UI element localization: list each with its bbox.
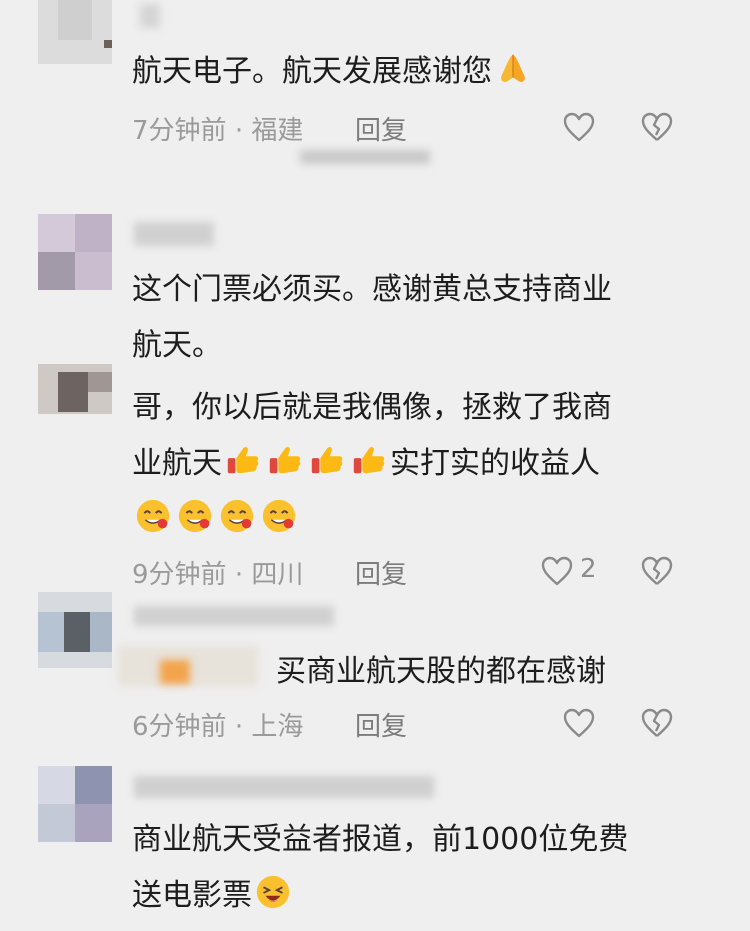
- comment-time: 7分钟前: [132, 116, 227, 146]
- comment-text: 买商业航天股的都在感谢: [276, 654, 606, 689]
- username-blurred: [140, 4, 160, 28]
- like-count: 2: [580, 554, 597, 584]
- comment-location: 福建: [251, 116, 304, 146]
- username-blurred: [134, 776, 434, 798]
- meta-separator: ·: [234, 560, 244, 590]
- avatar[interactable]: [38, 214, 112, 290]
- avatar[interactable]: [38, 766, 112, 842]
- reply-button[interactable]: 回复: [355, 110, 407, 147]
- folded-hands-emoji: [501, 54, 525, 82]
- face-with-rose-emoji: [262, 499, 296, 533]
- comment-time: 9分钟前: [132, 560, 227, 590]
- dislike-broken-heart-icon[interactable]: [640, 554, 674, 588]
- thumbs-up-emoji: [353, 446, 385, 474]
- thumbs-up-emoji: [269, 446, 301, 474]
- thumbs-up-emoji: [227, 446, 259, 474]
- comment-meta: 6分钟前 · 上海: [132, 706, 303, 743]
- comment-text: 哥，你以后就是我偶像，拯救了我商 业航天 实打实的收益人: [132, 380, 612, 548]
- face-with-rose-emoji: [136, 499, 170, 533]
- comment-meta: 7分钟前 · 福建: [132, 110, 303, 147]
- username-blurred: [134, 222, 214, 246]
- comment-text: 航天电子。航天发展感谢您: [132, 44, 534, 100]
- avatar[interactable]: [38, 592, 112, 668]
- meta-separator: ·: [234, 116, 244, 146]
- laughing-squint-emoji: [256, 875, 290, 909]
- dislike-broken-heart-icon[interactable]: [640, 110, 674, 144]
- username-blurred: [134, 606, 334, 626]
- comment-location: 四川: [251, 560, 304, 590]
- meta-separator: ·: [234, 712, 244, 742]
- thumbs-up-emoji: [311, 446, 343, 474]
- face-with-rose-emoji: [220, 499, 254, 533]
- reply-button[interactable]: 回复: [355, 706, 407, 743]
- heart-icon[interactable]: [540, 554, 574, 588]
- comment-text: 这个门票必须买。感谢黄总支持商业 航天。: [132, 272, 612, 363]
- comment-meta: 9分钟前 · 四川: [132, 554, 303, 591]
- heart-icon[interactable]: [562, 110, 596, 144]
- dislike-broken-heart-icon[interactable]: [640, 706, 674, 740]
- avatar[interactable]: [38, 364, 112, 414]
- avatar[interactable]: [38, 0, 112, 64]
- comment-location: 上海: [251, 712, 304, 742]
- comment-text: 商业航天受益者报道，前1000位免费 送电影票: [132, 822, 629, 913]
- heart-icon[interactable]: [562, 706, 596, 740]
- reply-button[interactable]: 回复: [355, 554, 407, 591]
- comment-time: 6分钟前: [132, 712, 227, 742]
- blurred-sticker-accent: [160, 660, 190, 684]
- blurred-text: [300, 150, 430, 164]
- face-with-rose-emoji: [178, 499, 212, 533]
